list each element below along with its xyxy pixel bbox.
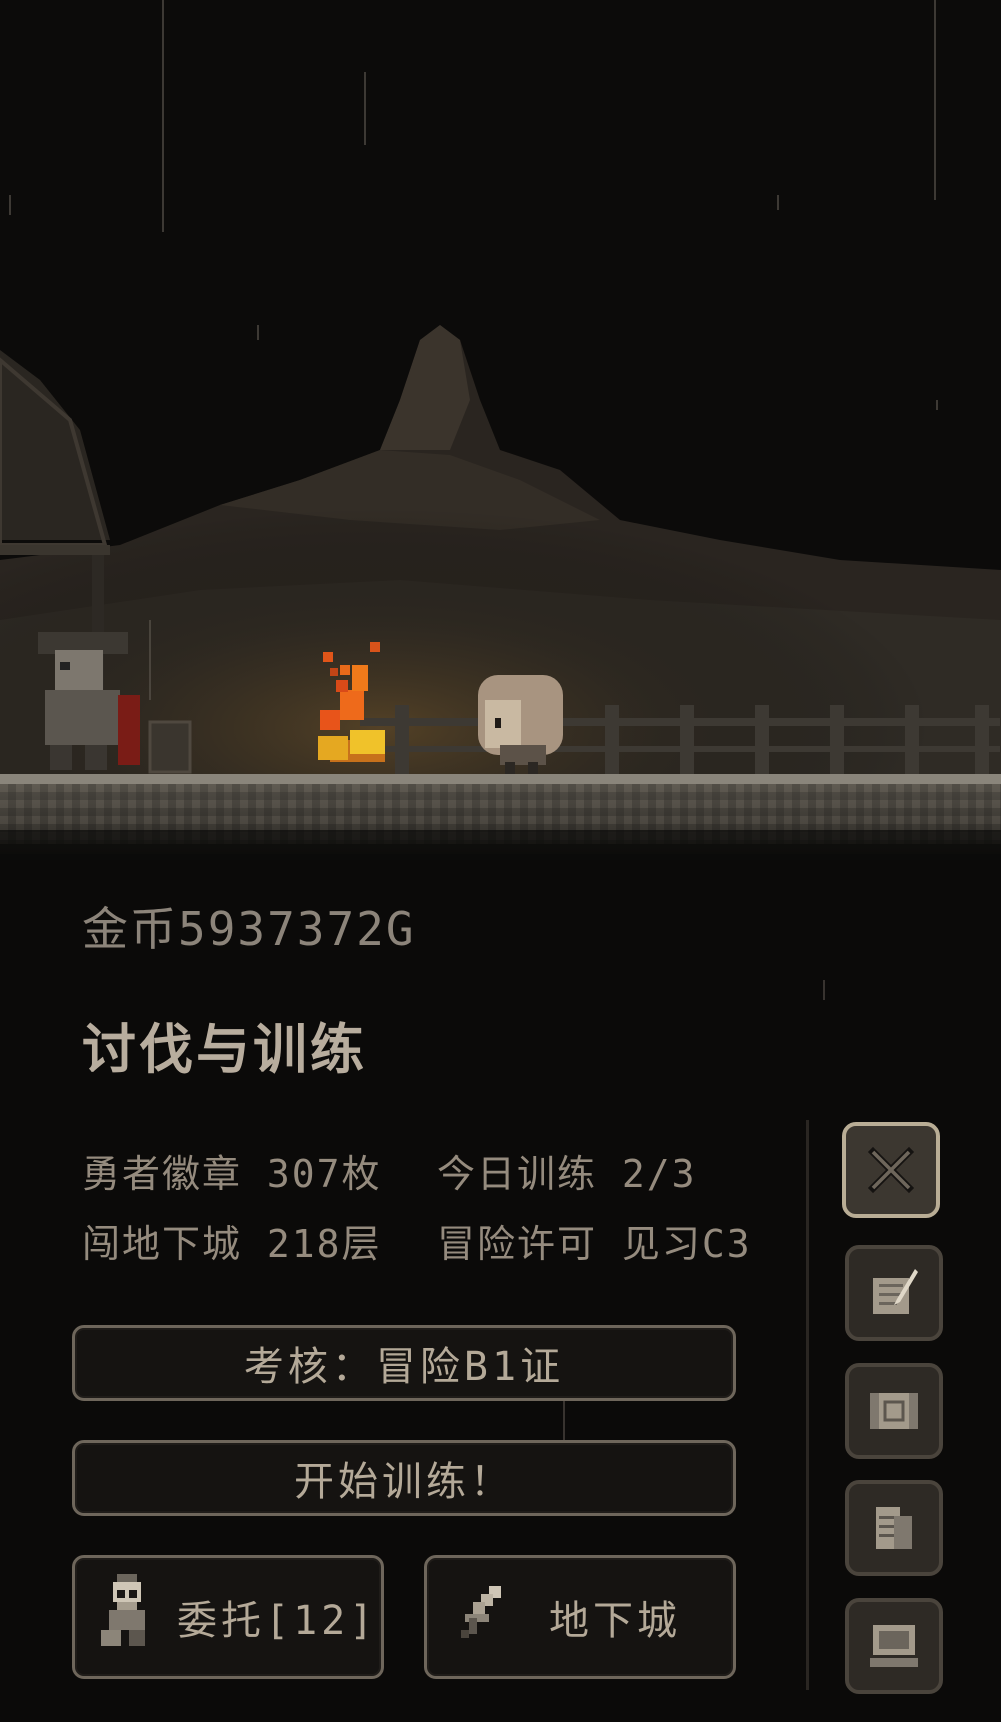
soldier-npc [38, 632, 140, 770]
skeleton-icon [101, 1574, 153, 1660]
quest-button-label: 委托[12] [177, 1598, 378, 1644]
section-title: 讨伐与训练 [82, 1018, 367, 1081]
start-training-label: 开始训练！ [294, 1459, 514, 1505]
side-tab-system[interactable] [845, 1598, 943, 1694]
exam-button-label: 考核：冒险B1证 [243, 1344, 565, 1390]
computer-icon [870, 1625, 918, 1667]
quest-button[interactable]: 委托[12] [72, 1555, 384, 1679]
start-training-button[interactable]: 开始训练！ [72, 1440, 736, 1516]
dungeon-button[interactable]: 地下城 [424, 1555, 736, 1679]
game-scene [0, 0, 1001, 860]
crossed-swords-icon [867, 1146, 915, 1194]
side-tab-map[interactable] [845, 1363, 943, 1459]
raindrop [823, 980, 825, 1000]
side-tab-notes[interactable] [845, 1245, 943, 1341]
divider [806, 1120, 809, 1690]
sword-icon [457, 1582, 517, 1652]
gold-counter: 金币5937372G [82, 902, 416, 956]
stat-license: 冒险许可 见习C3 [437, 1222, 752, 1266]
dungeon-button-label: 地下城 [549, 1598, 681, 1644]
side-tab-battle[interactable] [842, 1122, 940, 1218]
stat-dungeon-floor: 闯地下城 218层 [82, 1222, 382, 1266]
exam-button[interactable]: 考核：冒险B1证 [72, 1325, 736, 1401]
crate [148, 720, 192, 774]
side-tab-documents[interactable] [845, 1480, 943, 1576]
map-icon [870, 1393, 918, 1429]
quill-paper-icon [873, 1269, 918, 1314]
stat-training-today: 今日训练 2/3 [437, 1152, 697, 1196]
stat-badge: 勇者徽章 307枚 [82, 1152, 382, 1196]
ground [0, 774, 1001, 784]
documents-icon [876, 1507, 912, 1549]
